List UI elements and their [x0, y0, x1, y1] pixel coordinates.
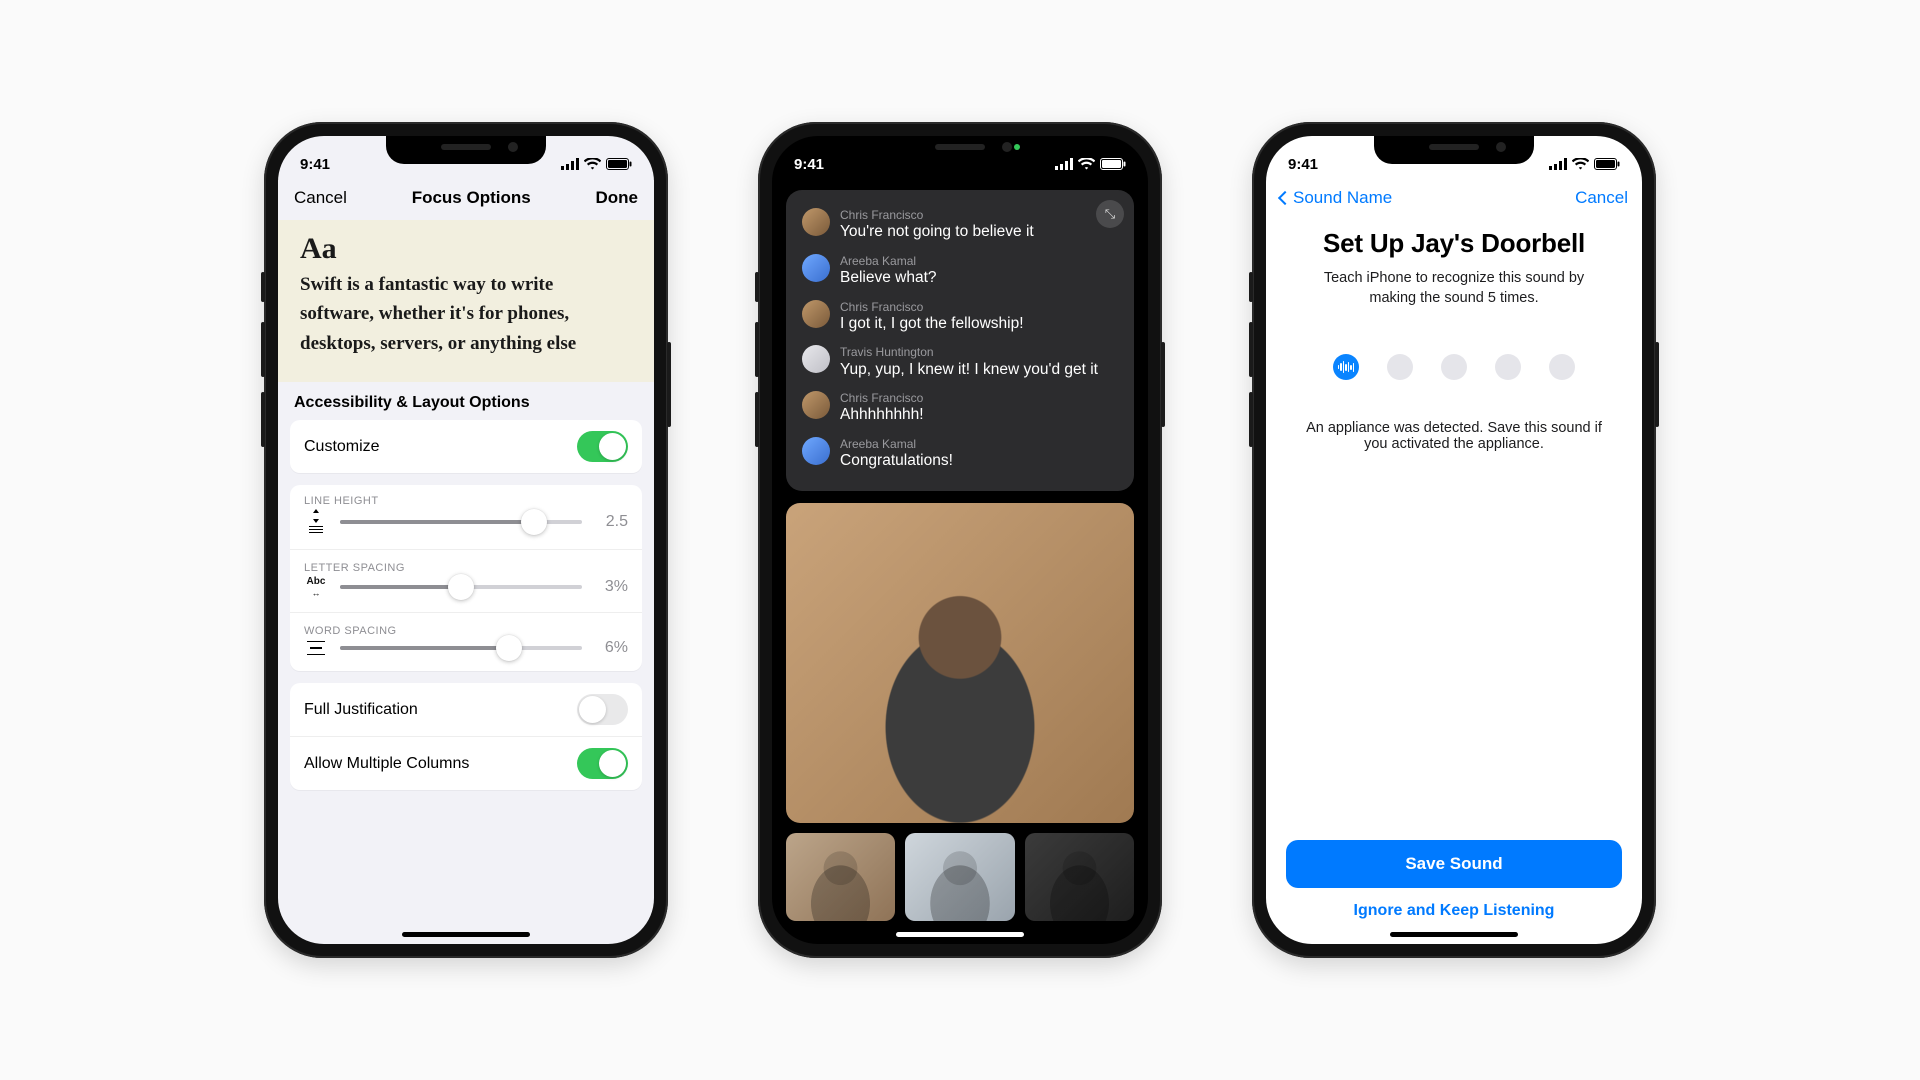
word-spacing-value: 6% [594, 639, 628, 657]
navbar: Sound Name Cancel [1266, 180, 1642, 214]
avatar [802, 437, 830, 465]
caption-line: Chris FranciscoAhhhhhhhh! [800, 385, 1120, 431]
caption-line: Areeba KamalCongratulations! [800, 431, 1120, 477]
caption-speaker: Chris Francisco [840, 300, 1024, 314]
nav-title: Focus Options [412, 188, 531, 208]
caption-text: Believe what? [840, 268, 937, 287]
footer: Save Sound Ignore and Keep Listening [1266, 840, 1642, 944]
status-time: 9:41 [794, 156, 824, 173]
avatar [802, 254, 830, 282]
recording-progress-dots [1333, 354, 1575, 380]
ignore-button[interactable]: Ignore and Keep Listening [1286, 888, 1622, 922]
camera-indicator-dot [1014, 144, 1020, 150]
text-preview: Aa Swift is a fantastic way to write sof… [278, 220, 654, 382]
video-thumbnail[interactable] [786, 833, 895, 921]
full-justification-label: Full Justification [304, 701, 418, 719]
signal-icon [1055, 158, 1073, 170]
home-indicator[interactable] [402, 932, 530, 937]
chevron-left-icon [1278, 191, 1292, 205]
sliders-card: LINE HEIGHT 2.5 LETTER SPACING Abc ↔ [290, 485, 642, 671]
battery-icon [1594, 158, 1620, 170]
progress-dot-pending [1387, 354, 1413, 380]
line-height-slider[interactable] [340, 520, 582, 524]
caption-line: Chris FranciscoI got it, I got the fello… [800, 294, 1120, 340]
caption-line: Areeba KamalBelieve what? [800, 248, 1120, 294]
progress-dot-done [1333, 354, 1359, 380]
page-subtitle: Teach iPhone to recognize this sound by … [1304, 269, 1604, 308]
caption-text: I got it, I got the fellowship! [840, 314, 1024, 333]
collapse-icon: ⤡ [1105, 206, 1115, 222]
caption-line: Travis HuntingtonYup, yup, I knew it! I … [800, 339, 1120, 385]
caption-text: Ahhhhhhhh! [840, 405, 924, 424]
collapse-captions-button[interactable]: ⤡ [1096, 200, 1124, 228]
status-time: 9:41 [1288, 156, 1318, 173]
video-thumbnail[interactable] [905, 833, 1014, 921]
home-indicator[interactable] [896, 932, 1024, 937]
signal-icon [561, 158, 579, 170]
avatar [802, 345, 830, 373]
customize-toggle[interactable] [577, 431, 628, 462]
caption-text: Congratulations! [840, 451, 953, 470]
phone-sound-setup: 9:41 Sound Name Cancel Set Up Jay's Door… [1252, 122, 1656, 958]
battery-icon [1100, 158, 1126, 170]
caption-speaker: Travis Huntington [840, 345, 1098, 359]
caption-line: Chris FranciscoYou're not going to belie… [800, 202, 1120, 248]
back-label: Sound Name [1293, 188, 1392, 208]
caption-speaker: Areeba Kamal [840, 437, 953, 451]
word-spacing-slider[interactable] [340, 646, 582, 650]
caption-speaker: Chris Francisco [840, 391, 924, 405]
preview-body: Swift is a fantastic way to write softwa… [300, 270, 632, 358]
toggles-card: Full Justification Allow Multiple Column… [290, 683, 642, 790]
video-thumbnail-row [786, 833, 1134, 921]
signal-icon [1549, 158, 1567, 170]
status-time: 9:41 [300, 156, 330, 173]
progress-dot-pending [1441, 354, 1467, 380]
word-spacing-head: WORD SPACING [290, 612, 642, 637]
caption-speaker: Areeba Kamal [840, 254, 937, 268]
line-height-value: 2.5 [594, 513, 628, 531]
done-button[interactable]: Done [595, 188, 638, 208]
letter-spacing-head: LETTER SPACING [290, 549, 642, 574]
customize-label: Customize [304, 438, 380, 456]
avatar [802, 391, 830, 419]
wifi-icon [584, 158, 601, 170]
progress-dot-pending [1495, 354, 1521, 380]
home-indicator[interactable] [1390, 932, 1518, 937]
customize-card: Customize [290, 420, 642, 473]
line-height-head: LINE HEIGHT [290, 485, 642, 507]
letter-spacing-slider[interactable] [340, 585, 582, 589]
caption-text: Yup, yup, I knew it! I knew you'd get it [840, 360, 1098, 379]
live-captions-panel: ⤡ Chris FranciscoYou're not going to bel… [786, 190, 1134, 491]
caption-speaker: Chris Francisco [840, 208, 1034, 222]
battery-icon [606, 158, 632, 170]
content: Set Up Jay's Doorbell Teach iPhone to re… [1266, 214, 1642, 840]
section-title: Accessibility & Layout Options [278, 382, 654, 420]
letter-spacing-icon: Abc ↔ [304, 576, 328, 598]
preview-aa: Aa [300, 232, 632, 266]
waveform-icon [1338, 361, 1355, 373]
wifi-icon [1572, 158, 1589, 170]
video-thumbnail[interactable] [1025, 833, 1134, 921]
cancel-button[interactable]: Cancel [1575, 188, 1628, 208]
avatar [802, 300, 830, 328]
navbar: Cancel Focus Options Done [278, 180, 654, 220]
multi-columns-toggle[interactable] [577, 748, 628, 779]
phone-facetime-captions: 9:41 ⤡ Chris FranciscoYou're not going t… [758, 122, 1162, 958]
word-spacing-icon [304, 639, 328, 658]
line-height-icon [304, 509, 328, 535]
full-justification-toggle[interactable] [577, 694, 628, 725]
letter-spacing-value: 3% [594, 578, 628, 596]
progress-dot-pending [1549, 354, 1575, 380]
back-button[interactable]: Sound Name [1280, 188, 1392, 208]
multi-columns-label: Allow Multiple Columns [304, 755, 469, 773]
caption-text: You're not going to believe it [840, 222, 1034, 241]
phone-focus-options: 9:41 Cancel Focus Options Done Aa Swift … [264, 122, 668, 958]
detection-hint: An appliance was detected. Save this sou… [1304, 420, 1604, 452]
page-title: Set Up Jay's Doorbell [1323, 228, 1585, 259]
avatar [802, 208, 830, 236]
main-video-tile[interactable] [786, 503, 1134, 823]
wifi-icon [1078, 158, 1095, 170]
cancel-button[interactable]: Cancel [294, 188, 347, 208]
save-sound-button[interactable]: Save Sound [1286, 840, 1622, 888]
